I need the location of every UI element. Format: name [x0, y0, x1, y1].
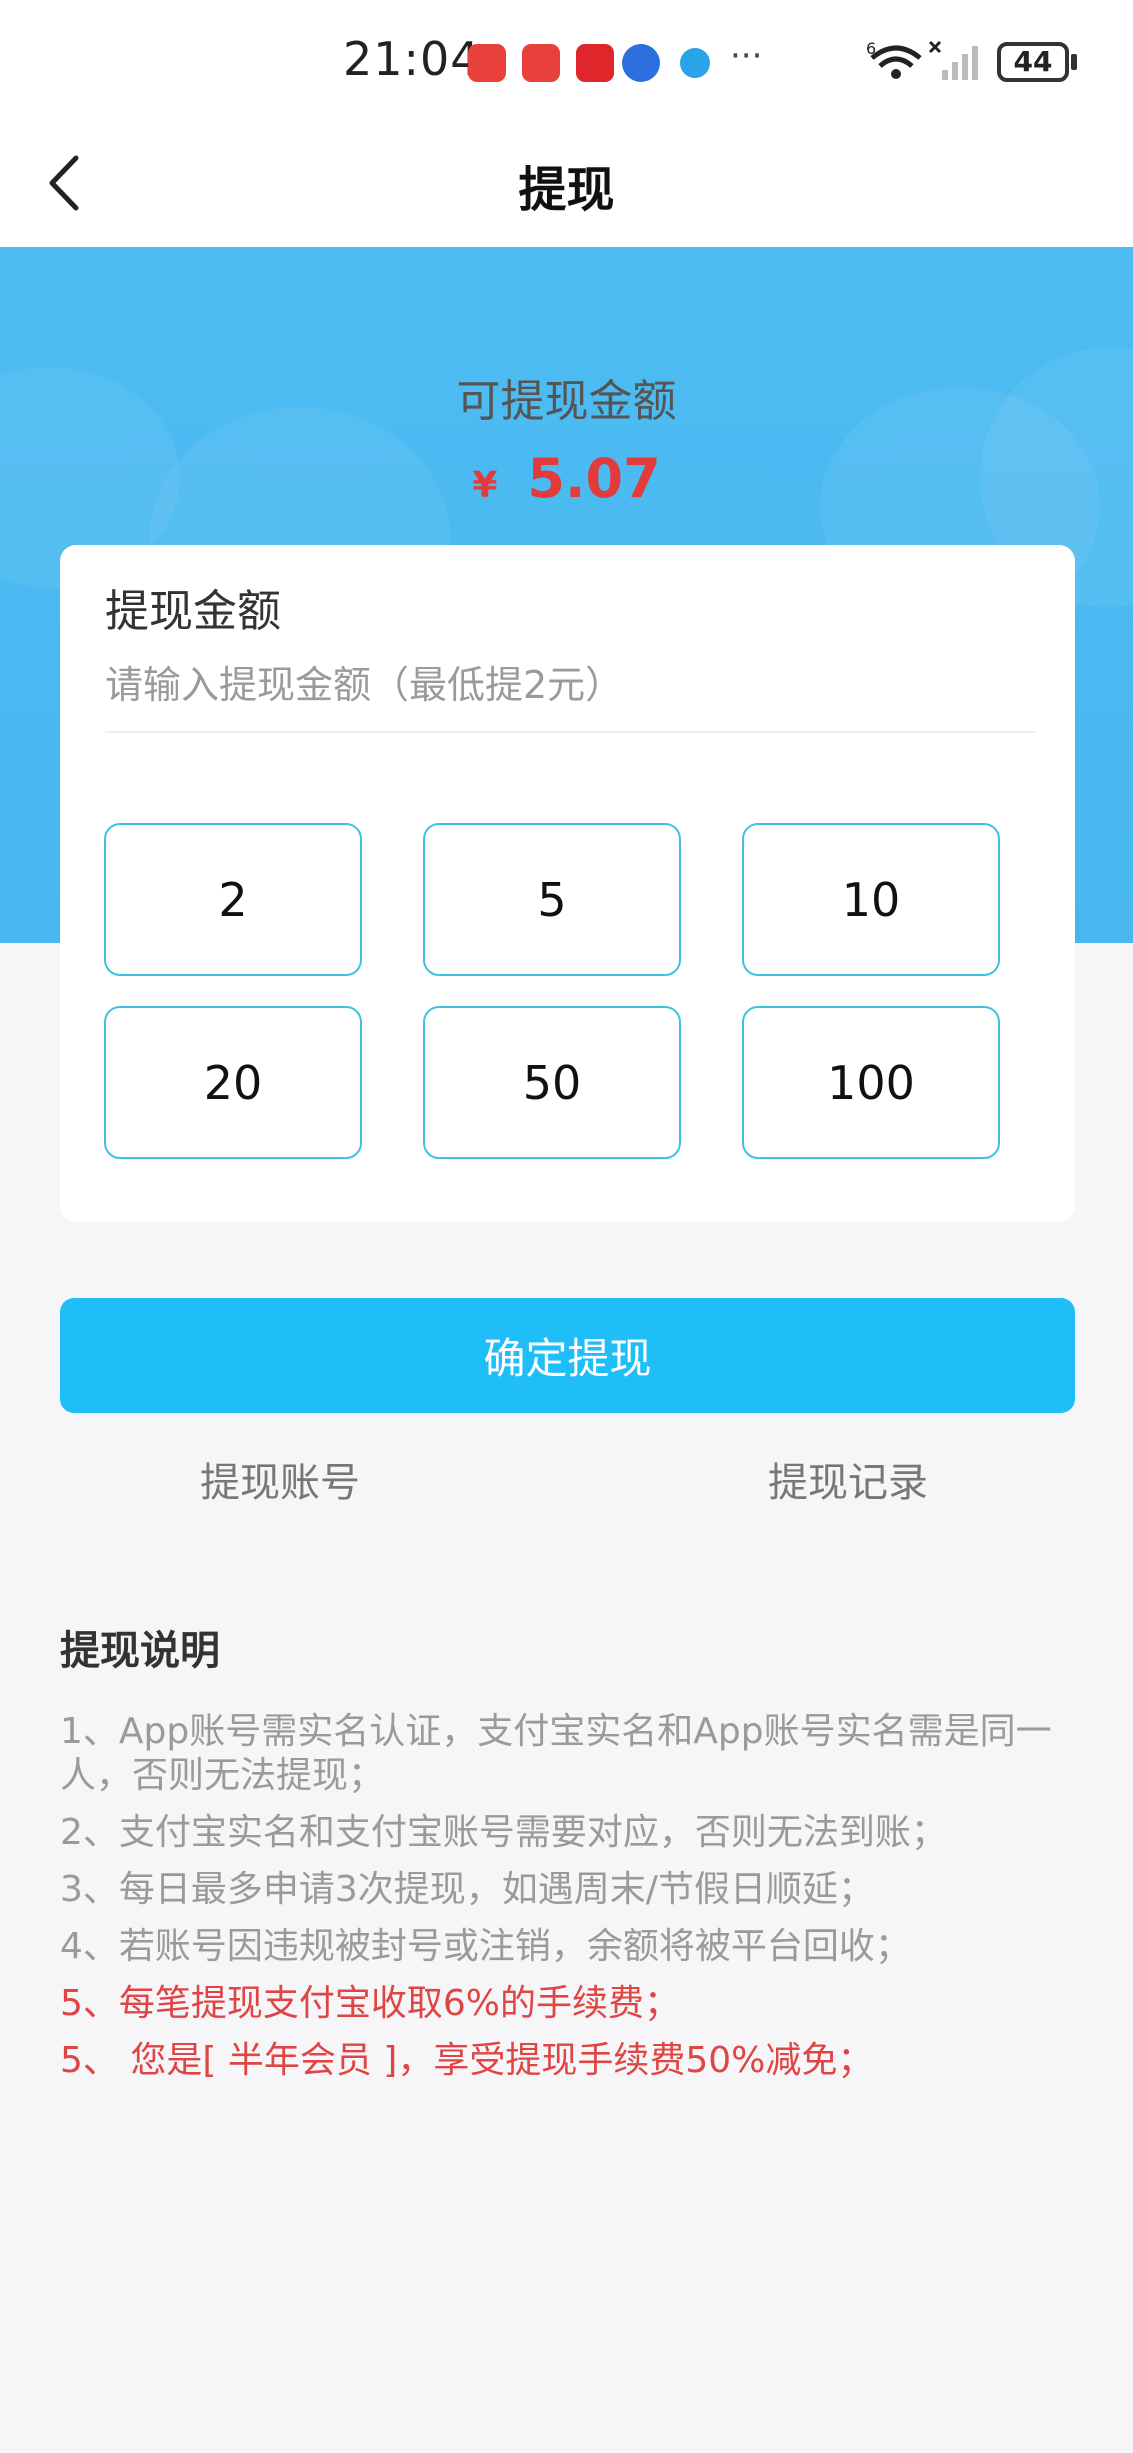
notes-list: 1、App账号需实名认证，支付宝实名和App账号实名需是同一人，否则无法提现； …: [60, 1710, 1070, 2096]
browser-app-icon: [680, 48, 710, 78]
amount-option-50[interactable]: 50: [423, 1006, 681, 1159]
note-item: 4、若账号因违规被封号或注销，余额将被平台回收；: [60, 1926, 911, 1967]
amount-option-10[interactable]: 10: [742, 823, 1000, 976]
amount-option-label: 2: [218, 872, 248, 927]
note-item: 2、支付宝实名和支付宝账号需要对应，否则无法到账；: [60, 1812, 947, 1853]
wifi-icon: 6: [866, 40, 922, 79]
amount-option-5[interactable]: 5: [423, 823, 681, 976]
confirm-withdraw-button[interactable]: 确定提现: [60, 1298, 1075, 1413]
divider: [105, 731, 1035, 733]
amount-option-label: 50: [522, 1055, 582, 1110]
nav-bar: 提现: [0, 120, 1133, 247]
more-notifications-icon: ···: [730, 36, 763, 76]
amount-option-label: 20: [203, 1055, 263, 1110]
amount-option-20[interactable]: 20: [104, 1006, 362, 1159]
huawei-mall-icon: [522, 44, 560, 82]
page-title: 提现: [518, 162, 615, 218]
back-arrow-icon[interactable]: [40, 150, 100, 216]
notes-title: 提现说明: [60, 1628, 220, 1674]
balance-amount: ¥5.07: [0, 447, 1133, 510]
amount-input[interactable]: [105, 650, 1035, 720]
battery-icon: 44: [997, 42, 1069, 82]
amount-option-label: 100: [827, 1055, 915, 1110]
status-bar: 21:04 ··· 6 44: [0, 0, 1133, 120]
balance-label: 可提现金额: [456, 376, 677, 427]
balance-value: 5.07: [527, 447, 661, 510]
note-item: 3、每日最多申请3次提现，如遇周末/节假日顺延；: [60, 1869, 874, 1910]
note-item-member-discount: 5、 您是[ 半年会员 ]，享受提现手续费50%减免；: [60, 2040, 874, 2081]
withdraw-records-link[interactable]: 提现记录: [768, 1450, 928, 1508]
withdraw-amount-card: 提现金额 2 5 10 20 50 100: [60, 545, 1075, 1222]
status-time: 21:04: [343, 32, 481, 86]
amount-option-100[interactable]: 100: [742, 1006, 1000, 1159]
signal-icon: [928, 40, 978, 80]
battery-tip: [1071, 54, 1077, 70]
note-item: 1、App账号需实名认证，支付宝实名和App账号实名需是同一人，否则无法提现；: [60, 1711, 1052, 1796]
withdraw-account-link[interactable]: 提现账号: [200, 1450, 360, 1508]
currency-symbol: ¥: [472, 465, 498, 506]
baidu-app-icon: [622, 44, 660, 82]
huawei-mall-icon: [468, 44, 506, 82]
amount-option-label: 10: [841, 872, 901, 927]
amount-option-2[interactable]: 2: [104, 823, 362, 976]
amount-option-label: 5: [537, 872, 567, 927]
video-app-icon: [576, 44, 614, 82]
note-item-fee: 5、每笔提现支付宝收取6%的手续费；: [60, 1983, 681, 2024]
card-title: 提现金额: [105, 586, 281, 637]
